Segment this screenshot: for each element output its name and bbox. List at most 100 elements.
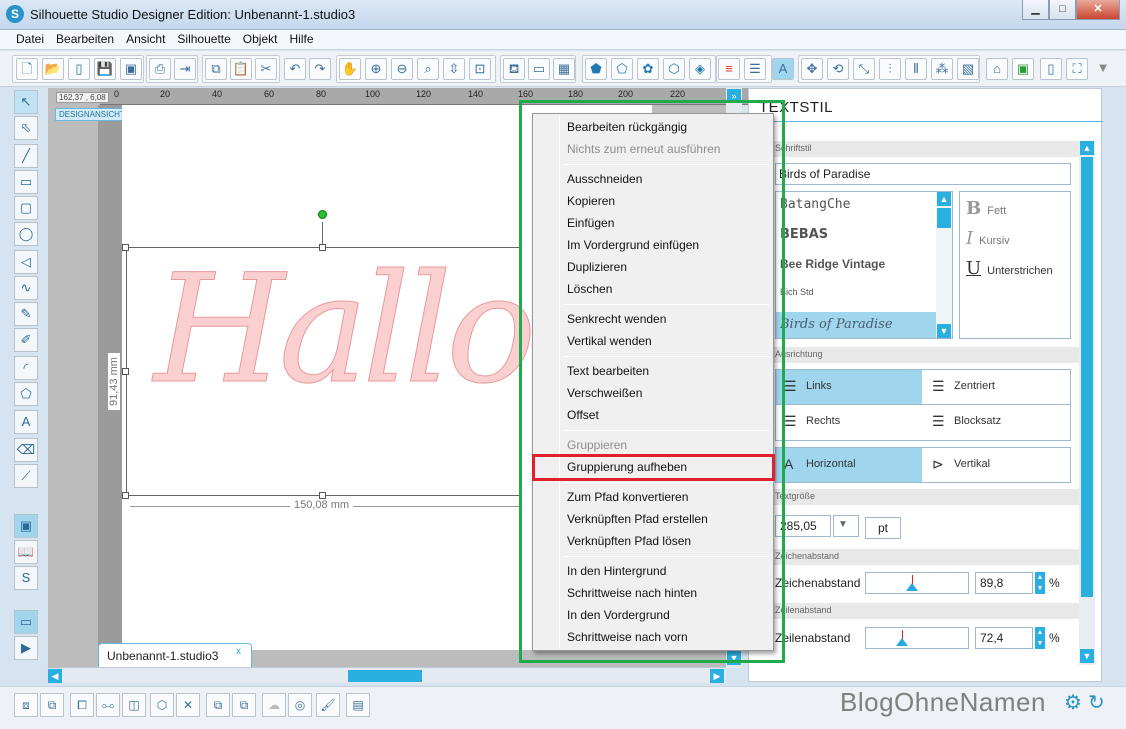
panel-scroll-thumb[interactable] bbox=[1081, 157, 1093, 597]
page-setup-icon[interactable]: ▭ bbox=[528, 58, 550, 80]
close-tab-icon[interactable]: x bbox=[236, 646, 241, 657]
toolbar-more-icon[interactable]: ▼ bbox=[1092, 58, 1114, 80]
duplicate-left-icon[interactable]: ⧉ bbox=[206, 693, 230, 717]
edit-points-icon[interactable]: ⬁ bbox=[14, 116, 38, 140]
align-justify-button[interactable]: ☰ Blocksatz bbox=[924, 405, 1070, 439]
char-spacing-spinner[interactable]: ▲ ▼ bbox=[1035, 572, 1045, 594]
rotate-handle[interactable] bbox=[318, 210, 327, 219]
rounded-rect-tool-icon[interactable]: ▢ bbox=[14, 196, 38, 220]
zoom-drag-icon[interactable]: ⇳ bbox=[443, 58, 465, 80]
layers-icon[interactable]: ▤ bbox=[346, 693, 370, 717]
replicate-dots-icon[interactable]: ⁂ bbox=[931, 58, 953, 80]
copy-icon[interactable]: ⧉ bbox=[205, 58, 227, 80]
group-icon[interactable]: ⧈ bbox=[14, 693, 38, 717]
text-style-icon[interactable]: A bbox=[772, 58, 794, 80]
italic-option[interactable]: I Kursiv bbox=[966, 228, 1010, 249]
flower-icon[interactable]: ✿ bbox=[637, 58, 659, 80]
design-view-icon[interactable]: ▣ bbox=[14, 514, 38, 538]
fullscreen-icon[interactable]: ⛶ bbox=[1066, 58, 1088, 80]
pentagon-icon[interactable]: ⬟ bbox=[585, 58, 607, 80]
resize-handle[interactable] bbox=[319, 492, 326, 499]
target-icon[interactable]: ◎ bbox=[288, 693, 312, 717]
rectangle-tool-icon[interactable]: ▭ bbox=[14, 170, 38, 194]
eraser-icon[interactable]: ⌫ bbox=[14, 438, 38, 462]
vertical-text-button[interactable]: ⊳ Vertikal bbox=[924, 448, 1070, 482]
resize-handle[interactable] bbox=[122, 368, 129, 375]
cut-icon[interactable]: ✂ bbox=[255, 58, 277, 80]
menu-hilfe[interactable]: Hilfe bbox=[283, 30, 319, 49]
font-list-item-selected[interactable]: Birds of Paradise bbox=[776, 312, 952, 338]
menu-datei[interactable]: Datei bbox=[10, 30, 50, 49]
refresh-icon[interactable]: ↻ bbox=[1088, 690, 1105, 715]
release-compound-icon[interactable]: ⧟ bbox=[96, 693, 120, 717]
hallo-text-object[interactable]: Hallo bbox=[154, 243, 537, 418]
document-tab[interactable]: Unbenannt-1.studio3 x bbox=[98, 643, 252, 667]
save-as-icon[interactable]: ▣ bbox=[120, 58, 142, 80]
resize-handle[interactable] bbox=[122, 492, 129, 499]
move-icon[interactable]: ✥ bbox=[801, 58, 823, 80]
library-icon[interactable]: ▣ bbox=[1012, 58, 1034, 80]
align-left-button[interactable]: ☰ Links bbox=[776, 370, 922, 404]
knife-tool-icon[interactable]: ⟋ bbox=[14, 464, 38, 488]
delete-x-icon[interactable]: ✕ bbox=[176, 693, 200, 717]
font-list[interactable]: BatangChe BEBAS Bee Ridge Vintage Bich S… bbox=[775, 191, 953, 339]
compound-path-icon[interactable]: ⧠ bbox=[70, 693, 94, 717]
store-icon[interactable]: ⌂ bbox=[986, 58, 1008, 80]
panel-scrollbar[interactable]: ▲ ▼ bbox=[1079, 141, 1095, 665]
new-file-icon[interactable]: 🗋 bbox=[16, 58, 38, 80]
print-icon[interactable]: ⎙ bbox=[149, 58, 171, 80]
minimize-button[interactable]: ▁ bbox=[1022, 0, 1049, 20]
horizontal-text-button[interactable]: A Horizontal bbox=[776, 448, 922, 482]
text-tool-icon[interactable]: A bbox=[14, 410, 38, 434]
send-to-cutter-icon[interactable]: ⇥ bbox=[174, 58, 196, 80]
horizontal-scroll-thumb[interactable] bbox=[348, 670, 422, 682]
redo-icon[interactable]: ↷ bbox=[309, 58, 331, 80]
gear-icon[interactable]: ⚙ bbox=[1064, 690, 1082, 715]
align-right-button[interactable]: ☰ Rechts bbox=[776, 405, 922, 439]
font-list-item[interactable]: Bich Std bbox=[776, 282, 952, 312]
sd-card-icon[interactable]: ▯ bbox=[68, 58, 90, 80]
pan-hand-icon[interactable]: ✋ bbox=[339, 58, 361, 80]
ungroup-icon[interactable]: ⧉ bbox=[40, 693, 64, 717]
line-spacing-slider[interactable] bbox=[865, 627, 969, 649]
menu-bearbeiten[interactable]: Bearbeiten bbox=[50, 30, 120, 49]
ellipse-tool-icon[interactable]: ◯ bbox=[14, 222, 38, 246]
font-list-scrollbar[interactable]: ▲ ▼ bbox=[936, 192, 952, 338]
zoom-select-icon[interactable]: ⌕ bbox=[417, 58, 439, 80]
menu-objekt[interactable]: Objekt bbox=[237, 30, 284, 49]
font-name-field[interactable]: Birds of Paradise bbox=[775, 163, 1071, 185]
bold-option[interactable]: B Fett bbox=[966, 198, 1006, 219]
line-spacing-field[interactable]: 72,4 bbox=[975, 627, 1033, 649]
line-style-icon[interactable]: ☰ bbox=[744, 58, 766, 80]
regular-polygon-icon[interactable]: ⬠ bbox=[14, 382, 38, 406]
scale-icon[interactable]: ⤡ bbox=[853, 58, 875, 80]
resize-handle[interactable] bbox=[319, 244, 326, 251]
align-icon[interactable]: ⫶ bbox=[879, 58, 901, 80]
close-button[interactable]: ✕ bbox=[1076, 0, 1120, 20]
zoom-in-icon[interactable]: ⊕ bbox=[365, 58, 387, 80]
cut-settings-icon[interactable]: ≡ bbox=[718, 58, 740, 80]
save-icon[interactable]: 💾 bbox=[94, 58, 116, 80]
select-arrow-icon[interactable]: ↖ bbox=[14, 90, 38, 114]
font-list-item[interactable]: Bee Ridge Vintage bbox=[776, 252, 952, 282]
text-size-unit[interactable]: pt bbox=[865, 517, 901, 539]
window-toggle-icon[interactable]: ▭ bbox=[14, 610, 38, 634]
smooth-freehand-icon[interactable]: ✐ bbox=[14, 328, 38, 352]
resize-handle[interactable] bbox=[122, 244, 129, 251]
silhouette-store-icon[interactable]: S bbox=[14, 566, 38, 590]
paste-icon[interactable]: 📋 bbox=[230, 58, 252, 80]
char-spacing-knob[interactable] bbox=[906, 583, 918, 591]
grid-icon[interactable]: ▦ bbox=[553, 58, 575, 80]
library-book-icon[interactable]: 📖 bbox=[14, 540, 38, 564]
rotate-icon[interactable]: ⟲ bbox=[827, 58, 849, 80]
menu-ansicht[interactable]: Ansicht bbox=[120, 30, 171, 49]
text-size-dropdown[interactable]: ▼ bbox=[833, 515, 859, 537]
char-spacing-slider[interactable] bbox=[865, 572, 969, 594]
scroll-left-icon[interactable]: ◀ bbox=[48, 669, 62, 683]
bring-forward-icon[interactable]: ◫ bbox=[122, 693, 146, 717]
replicate-icon[interactable]: ⬡ bbox=[663, 58, 685, 80]
panel-toggle-icon[interactable]: ▯ bbox=[1040, 58, 1062, 80]
scroll-up-icon[interactable]: ▲ bbox=[1080, 141, 1094, 155]
arc-tool-icon[interactable]: ◜ bbox=[14, 356, 38, 380]
polygon-tool-icon[interactable]: ◁ bbox=[14, 250, 38, 274]
